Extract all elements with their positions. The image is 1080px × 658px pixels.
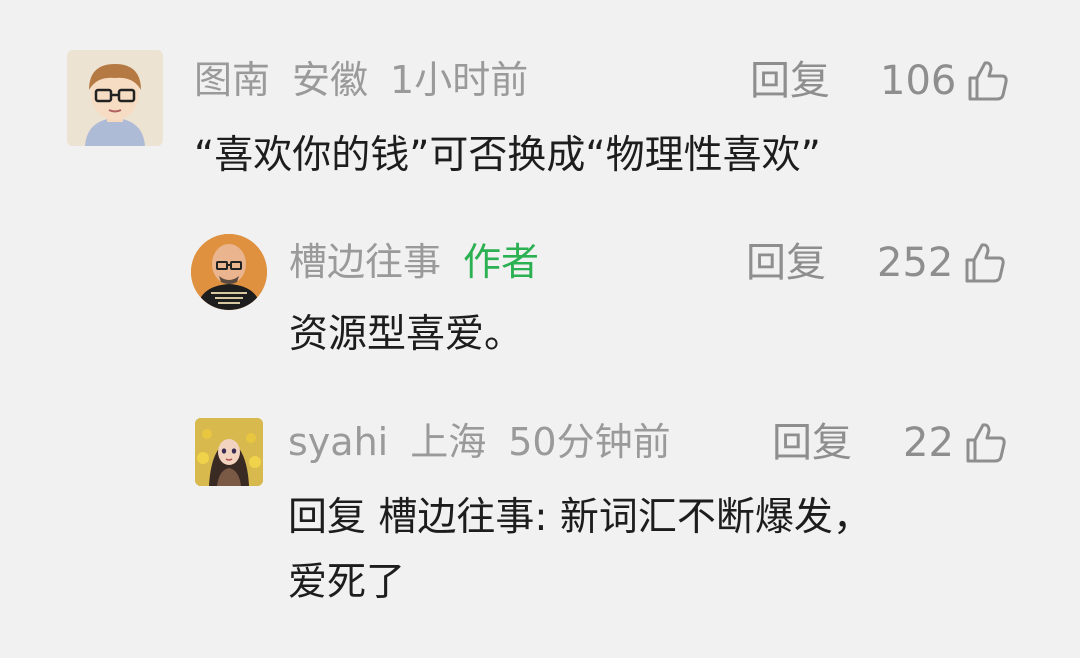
anime-girl-avatar-icon	[195, 418, 263, 486]
like-count: 106	[880, 58, 957, 104]
reply-button[interactable]: 回复	[772, 423, 852, 463]
cartoon-boy-avatar-icon	[67, 50, 163, 146]
comment-text-line-2: 爱死了	[288, 560, 406, 605]
user-avatar-caobian[interactable]	[191, 234, 267, 310]
comment-text-line-1: 回复 槽边往事: 新词汇不断爆发，	[288, 495, 872, 540]
thumbs-up-icon	[965, 243, 1006, 283]
reply-button[interactable]: 回复	[746, 243, 826, 283]
user-avatar-tunan[interactable]	[67, 50, 163, 146]
user-avatar-syahi[interactable]	[195, 418, 263, 486]
like-count: 252	[877, 240, 954, 286]
username[interactable]: 槽边往事	[289, 240, 441, 284]
thumbs-up-icon	[966, 423, 1006, 463]
like-button[interactable]: 22	[903, 421, 1008, 465]
bald-man-avatar-icon	[191, 234, 267, 310]
comment-meta: 图南 安徽 1小时前	[194, 61, 550, 99]
like-button[interactable]: 252	[877, 241, 1007, 285]
reply-button[interactable]: 回复	[750, 61, 830, 101]
location: 安徽	[292, 58, 369, 102]
author-badge: 作者	[463, 240, 540, 284]
username[interactable]: syahi	[288, 420, 388, 464]
username[interactable]: 图南	[194, 58, 270, 102]
like-count: 22	[903, 420, 954, 466]
timestamp: 50分钟前	[508, 420, 671, 464]
like-button[interactable]: 106	[880, 59, 1010, 103]
comment-text: 资源型喜爱。	[289, 312, 524, 357]
comment-meta: syahi 上海 50分钟前	[288, 423, 693, 461]
thumbs-up-icon	[968, 61, 1009, 101]
comment-meta: 槽边往事 作者	[289, 243, 561, 281]
comment-text: “喜欢你的钱”可否换成“物理性喜欢”	[194, 133, 821, 178]
location: 上海	[410, 420, 487, 464]
timestamp: 1小时前	[390, 58, 529, 102]
